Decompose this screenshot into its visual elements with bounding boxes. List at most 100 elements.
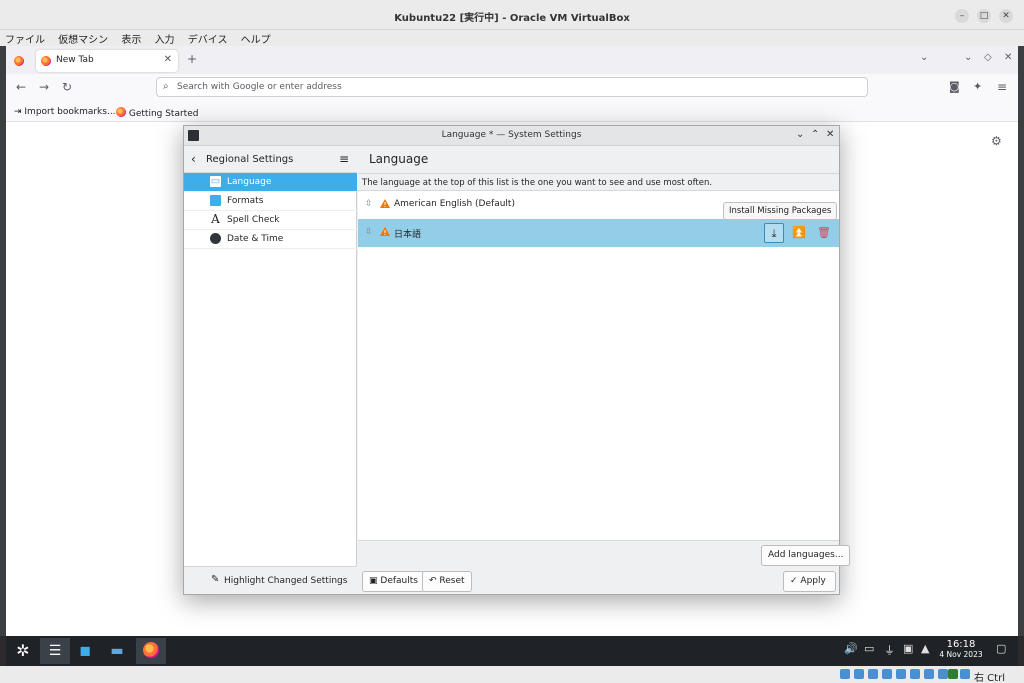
formats-icon — [210, 195, 221, 206]
kde-panel: ✲ ☰ ◼ ▬ 🔊 ▭ ⏚ ▣ ▲ 16:18 4 Nov 2023 ▢ — [6, 636, 1018, 666]
optical-status-icon[interactable] — [854, 669, 864, 679]
show-desktop-icon[interactable]: ▢ — [996, 642, 1006, 655]
network-icon[interactable]: ▣ — [903, 642, 913, 655]
language-label: 日本語 — [394, 230, 422, 240]
bookmarks-toolbar: ⇥ Import bookmarks... Getting Started — [6, 104, 1018, 122]
audio-status-icon[interactable] — [868, 669, 878, 679]
info-bar: The language at the top of this list is … — [358, 173, 839, 191]
clock-time: 16:18 — [946, 639, 976, 650]
warning-icon — [380, 227, 390, 236]
defaults-icon: ▣ — [369, 576, 378, 586]
firefox-view-icon[interactable] — [14, 56, 24, 66]
main-header: Language — [358, 146, 839, 173]
new-tab-icon[interactable]: + — [187, 52, 197, 66]
restore-icon[interactable]: ◇ — [984, 52, 992, 63]
shared-folders-status-icon[interactable] — [910, 669, 920, 679]
dialog-close-icon[interactable]: ✕ — [826, 129, 834, 140]
tab-new-tab[interactable]: New Tab ✕ — [36, 50, 178, 72]
menu-file[interactable]: ファイル — [0, 30, 50, 47]
menu-devices[interactable]: デバイス — [183, 30, 233, 47]
app-menu-icon[interactable]: ≡ — [997, 80, 1007, 94]
usb-status-icon[interactable] — [896, 669, 906, 679]
vbox-titlebar: Kubuntu22 [実行中] - Oracle VM VirtualBox –… — [0, 0, 1024, 30]
menu-machine[interactable]: 仮想マシン — [53, 30, 113, 47]
drag-handle-icon[interactable]: ⇳ — [365, 199, 373, 209]
close-window-icon[interactable]: ✕ — [1004, 52, 1012, 63]
sidebar-item-language[interactable]: ▭ Language — [184, 173, 357, 192]
bookmark-getting-started[interactable]: Getting Started — [116, 107, 198, 119]
system-settings-dialog: Language * — System Settings ⌄ ⌃ ✕ ‹ Reg… — [183, 125, 851, 595]
firefox-task[interactable] — [136, 638, 166, 664]
discover-icon[interactable]: ◼ — [70, 638, 100, 664]
move-to-top-button[interactable]: ⏫ — [789, 223, 809, 243]
address-placeholder: Search with Google or enter address — [177, 82, 342, 92]
sidebar-item-formats[interactable]: Formats — [184, 192, 357, 211]
dialog-titlebar: Language * — System Settings ⌄ ⌃ ✕ — [184, 126, 839, 146]
bookmark-import[interactable]: ⇥ Import bookmarks... — [14, 107, 116, 117]
display-status-icon[interactable] — [924, 669, 934, 679]
battery-icon[interactable]: ▭ — [864, 642, 874, 655]
mouse-integration-icon[interactable] — [960, 669, 970, 679]
chevron-down-icon[interactable]: ⌄ — [964, 52, 972, 63]
install-missing-packages-button[interactable]: ⤓ — [764, 223, 784, 243]
minimize-button[interactable]: – — [955, 9, 969, 23]
sidebar-item-spell-check[interactable]: A Spell Check — [184, 211, 357, 230]
dialog-maximize-icon[interactable]: ⌃ — [811, 129, 819, 140]
firefox-tabbar: New Tab ✕ + ⌄ ⌄ ◇ ✕ — [6, 46, 1018, 74]
reset-button[interactable]: ↶ Reset — [422, 571, 472, 592]
add-languages-button[interactable]: Add languages... — [761, 545, 851, 566]
language-icon: ▭ — [210, 176, 221, 187]
dialog-minimize-icon[interactable]: ⌄ — [796, 129, 804, 140]
address-bar[interactable]: ⌕ Search with Google or enter address — [156, 77, 868, 97]
host-key-label: 右 Ctrl — [974, 673, 1005, 683]
system-settings-task-icon[interactable]: ☰ — [40, 638, 70, 664]
volume-icon[interactable]: 🔊 — [844, 642, 858, 655]
hdd-status-icon[interactable] — [840, 669, 850, 679]
back-icon[interactable]: ‹ — [191, 152, 196, 166]
bookmark-getting-started-label: Getting Started — [128, 109, 199, 119]
usb-icon[interactable]: ⏚ — [884, 642, 895, 658]
drag-handle-icon[interactable]: ⇳ — [365, 227, 373, 237]
firefox-icon — [143, 642, 159, 658]
sidebar-title: Regional Settings — [206, 154, 294, 165]
highlight-changed-settings-button[interactable]: ✎ Highlight Changed Settings — [184, 566, 357, 594]
cpu-status-icon[interactable] — [948, 669, 958, 679]
reset-label: Reset — [439, 576, 465, 586]
window-title: Kubuntu22 [実行中] - Oracle VM VirtualBox — [394, 13, 630, 24]
remove-language-button[interactable]: 🗑 — [814, 223, 834, 243]
apply-button[interactable]: ✓ Apply — [783, 571, 836, 592]
recording-status-icon[interactable] — [938, 669, 948, 679]
reload-icon[interactable]: ↻ — [62, 80, 72, 94]
network-status-icon[interactable] — [882, 669, 892, 679]
menu-view[interactable]: 表示 — [116, 30, 146, 47]
pocket-icon[interactable]: ◙ — [949, 80, 960, 93]
close-tab-icon[interactable]: ✕ — [164, 54, 172, 65]
menu-input[interactable]: 入力 — [150, 30, 180, 47]
checkmark-icon: ✓ — [790, 576, 798, 586]
tray-expand-icon[interactable]: ▲ — [921, 642, 929, 655]
list-tabs-icon[interactable]: ⌄ — [920, 52, 928, 63]
language-list: ⇳ American English (Default) ⇳ 日本語 ⤓ ⏫ 🗑 — [358, 191, 839, 541]
file-manager-icon[interactable]: ▬ — [102, 638, 132, 664]
sidebar-item-date-time[interactable]: Date & Time — [184, 230, 357, 249]
settings-gear-icon[interactable]: ⚙ — [991, 134, 1002, 148]
hamburger-menu-icon[interactable]: ≡ — [339, 152, 349, 166]
vbox-menubar: ファイル 仮想マシン 表示 入力 デバイス ヘルプ — [0, 30, 1024, 46]
info-text: The language at the top of this list is … — [362, 178, 713, 188]
sidebar-item-label: Date & Time — [227, 234, 284, 244]
close-button[interactable]: ✕ — [999, 9, 1013, 23]
extensions-icon[interactable]: ✦ — [973, 80, 982, 93]
vbox-statusbar: 右 Ctrl — [0, 666, 1024, 683]
forward-icon[interactable]: → — [39, 80, 49, 94]
maximize-button[interactable]: □ — [977, 9, 991, 23]
back-icon[interactable]: ← — [16, 80, 26, 94]
language-row-selected[interactable]: ⇳ 日本語 ⤓ ⏫ 🗑 — [358, 219, 839, 247]
highlight-changed-label: Highlight Changed Settings — [224, 576, 348, 586]
spell-check-icon: A — [211, 212, 220, 226]
defaults-button[interactable]: ▣ Defaults — [362, 571, 425, 592]
firefox-toolbar: ← → ↻ ⌕ Search with Google or enter addr… — [6, 74, 1018, 104]
double-chevron-up-icon: ⏫ — [792, 226, 806, 239]
application-launcher-icon[interactable]: ✲ — [8, 638, 38, 664]
digital-clock[interactable]: 16:18 4 Nov 2023 — [936, 639, 986, 659]
menu-help[interactable]: ヘルプ — [236, 30, 276, 47]
